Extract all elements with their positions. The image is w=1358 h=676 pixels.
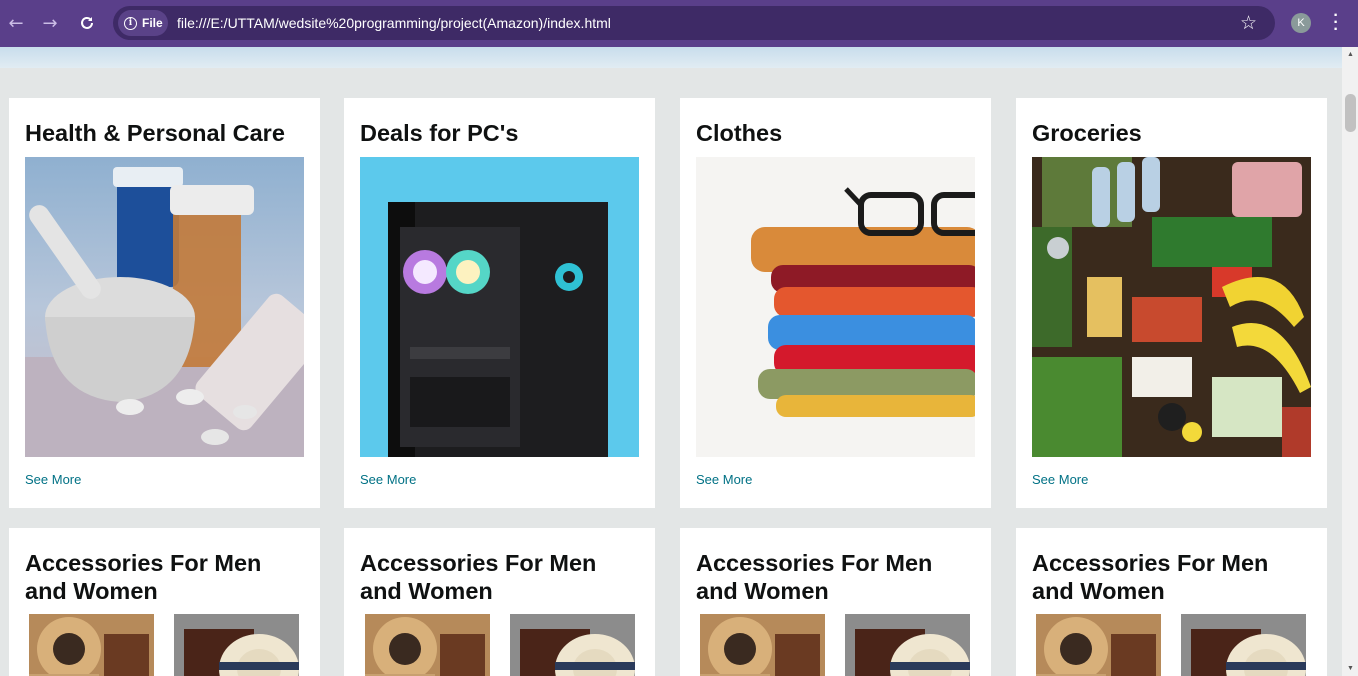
scroll-up-icon[interactable]: ▲ (1347, 51, 1354, 58)
card-health: Health & Personal Care See More (9, 98, 320, 508)
card-title: Accessories For Men and Women (696, 550, 933, 604)
avatar[interactable]: K (1291, 13, 1311, 33)
see-more-link[interactable]: See More (360, 472, 416, 487)
card-clothes: Clothes See More (680, 98, 991, 508)
card-title: Accessories For Men and Women (1032, 550, 1269, 604)
forward-icon[interactable]: → (37, 10, 63, 36)
address-bar[interactable]: i File file:///E:/UTTAM/wedsite%20progra… (113, 6, 1275, 40)
card-pc-deals: Deals for PC's See More (344, 98, 655, 508)
accessories-thumb-bag[interactable] (1181, 614, 1306, 676)
card-title: Accessories For Men and Women (25, 550, 262, 604)
accessories-thumb-bag[interactable] (510, 614, 635, 676)
browser-toolbar: ← → i File file:///E:/UTTAM/wedsite%20pr… (0, 0, 1358, 47)
site-info-chip[interactable]: i File (118, 10, 168, 36)
clothes-image[interactable] (696, 157, 975, 457)
info-icon: i (124, 16, 137, 30)
see-more-link[interactable]: See More (25, 472, 81, 487)
card-title: Clothes (696, 120, 783, 146)
menu-icon[interactable]: · · · (1329, 8, 1343, 38)
health-image[interactable] (25, 157, 304, 457)
site-info-label: File (142, 16, 163, 30)
card-accessories: Accessories For Men and Women (680, 528, 991, 676)
star-icon[interactable]: ☆ (1240, 12, 1257, 34)
see-more-link[interactable]: See More (696, 472, 752, 487)
card-title: Accessories For Men and Women (360, 550, 597, 604)
card-title: Groceries (1032, 120, 1142, 146)
accessories-thumb-bag[interactable] (174, 614, 299, 676)
page-scrollbar[interactable] (1342, 47, 1358, 676)
url-text[interactable]: file:///E:/UTTAM/wedsite%20programming/p… (177, 15, 611, 31)
scroll-down-icon[interactable]: ▼ (1347, 665, 1354, 672)
accessories-thumb-bag[interactable] (845, 614, 970, 676)
accessories-thumb-hat[interactable] (365, 614, 490, 676)
card-accessories: Accessories For Men and Women (9, 528, 320, 676)
accessories-thumb-hat[interactable] (1036, 614, 1161, 676)
card-accessories: Accessories For Men and Women (1016, 528, 1327, 676)
see-more-link[interactable]: See More (1032, 472, 1088, 487)
pc-image[interactable] (360, 157, 639, 457)
reload-icon[interactable] (74, 10, 100, 36)
card-title: Health & Personal Care (25, 120, 285, 146)
card-groceries: Groceries See More (1016, 98, 1327, 508)
card-accessories: Accessories For Men and Women (344, 528, 655, 676)
card-title: Deals for PC's (360, 120, 519, 146)
scrollbar-thumb[interactable] (1345, 94, 1356, 132)
accessories-thumb-hat[interactable] (700, 614, 825, 676)
back-icon[interactable]: ← (3, 10, 29, 36)
accessories-thumb-hat[interactable] (29, 614, 154, 676)
hero-banner-edge (0, 47, 1342, 68)
groceries-image[interactable] (1032, 157, 1311, 457)
